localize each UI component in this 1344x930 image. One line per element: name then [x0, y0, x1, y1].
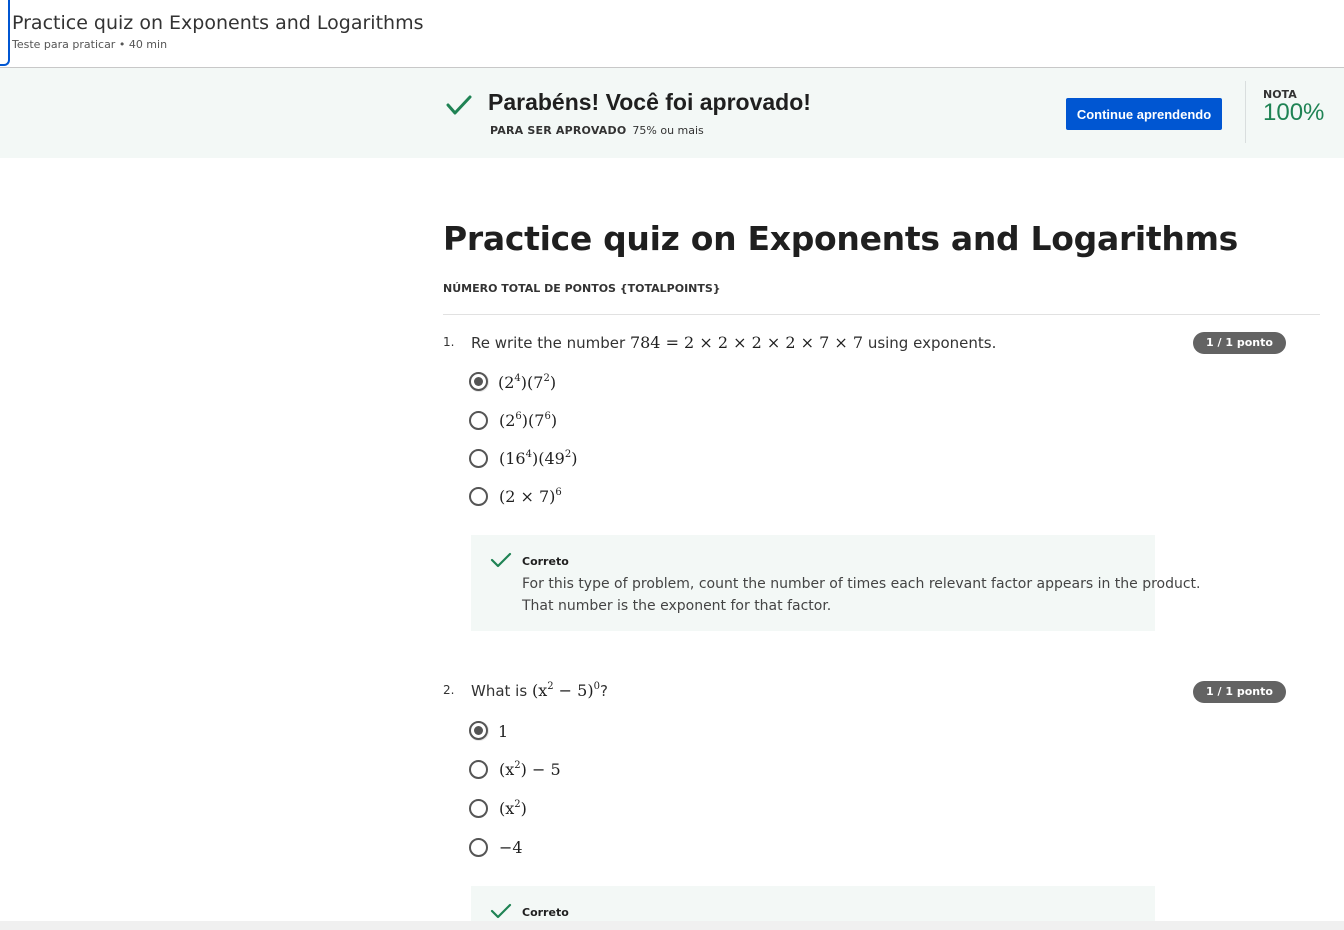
total-points-label: NÚMERO TOTAL DE PONTOS {TOTALPOINTS}: [443, 282, 721, 295]
answer-option[interactable]: (x2): [469, 797, 527, 819]
question-suffix: ?: [599, 682, 608, 700]
answer-option[interactable]: (24)(72): [469, 371, 556, 393]
divider: [443, 314, 1320, 315]
requirement-value: 75% ou mais: [632, 124, 704, 137]
answer-option[interactable]: −4: [469, 836, 523, 858]
radio-button[interactable]: [469, 798, 488, 818]
check-icon: [490, 552, 512, 568]
option-label: −4: [499, 837, 523, 857]
check-icon: [490, 903, 512, 919]
option-label: (26)(76): [499, 410, 558, 430]
grade-value: 100%: [1263, 99, 1325, 126]
radio-button[interactable]: [469, 837, 488, 857]
option-label: (164)(492): [499, 448, 578, 468]
question-number: 2.: [443, 683, 455, 697]
answer-option[interactable]: (2 × 7)6: [469, 485, 562, 507]
option-label: (2 × 7)6: [499, 486, 562, 506]
question-number: 1.: [443, 335, 455, 349]
option-label: (24)(72): [498, 372, 557, 392]
option-label: (x2): [499, 798, 527, 818]
radio-button[interactable]: [469, 759, 488, 779]
question-math: 784 = 2 × 2 × 2 × 2 × 7 × 7: [629, 333, 864, 352]
requirement-label: PARA SER APROVADO: [490, 124, 627, 137]
quiz-title: Practice quiz on Exponents and Logarithm…: [443, 219, 1239, 258]
radio-button[interactable]: [469, 486, 488, 506]
radio-button[interactable]: [469, 721, 489, 741]
score-badge: 1 / 1 ponto: [1193, 332, 1286, 354]
radio-button[interactable]: [469, 372, 489, 392]
pass-requirement: PARA SER APROVADO 75% ou mais: [490, 124, 704, 137]
question-prefix: What is: [471, 682, 528, 700]
option-label: (x2) − 5: [499, 759, 561, 779]
feedback-line: For this type of problem, count the numb…: [522, 576, 1201, 592]
pass-message: Parabéns! Você foi aprovado!: [488, 89, 811, 115]
check-icon: [446, 95, 472, 115]
score-badge: 1 / 1 ponto: [1193, 681, 1286, 703]
item-title: Practice quiz on Exponents and Logarithm…: [12, 12, 424, 34]
radio-button[interactable]: [469, 448, 488, 468]
answer-option[interactable]: 1: [469, 720, 508, 742]
feedback-title: Correto: [522, 555, 569, 568]
question-suffix: using exponents.: [867, 334, 997, 352]
question-text: Re write the number 784 = 2 × 2 × 2 × 2 …: [471, 333, 996, 352]
feedback-line: That number is the exponent for that fac…: [522, 598, 832, 614]
answer-option[interactable]: (x2) − 5: [469, 758, 561, 780]
divider: [1245, 81, 1246, 143]
continue-learning-button[interactable]: Continue aprendendo: [1066, 98, 1222, 130]
focus-outline: [0, 0, 10, 66]
option-label: 1: [498, 721, 509, 741]
top-bar: Practice quiz on Exponents and Logarithm…: [0, 0, 1344, 68]
horizontal-scrollbar[interactable]: [0, 921, 1344, 930]
question-math: (x2 − 5)0: [531, 681, 600, 700]
question-prefix: Re write the number: [471, 334, 626, 352]
question-text: What is (x2 − 5)0?: [471, 681, 608, 700]
answer-option[interactable]: (164)(492): [469, 447, 577, 469]
item-subtitle: Teste para praticar • 40 min: [12, 38, 168, 51]
feedback-title: Correto: [522, 906, 569, 919]
feedback-panel: Correto For this type of problem, count …: [471, 535, 1201, 631]
radio-button[interactable]: [469, 410, 488, 430]
answer-option[interactable]: (26)(76): [469, 409, 557, 431]
